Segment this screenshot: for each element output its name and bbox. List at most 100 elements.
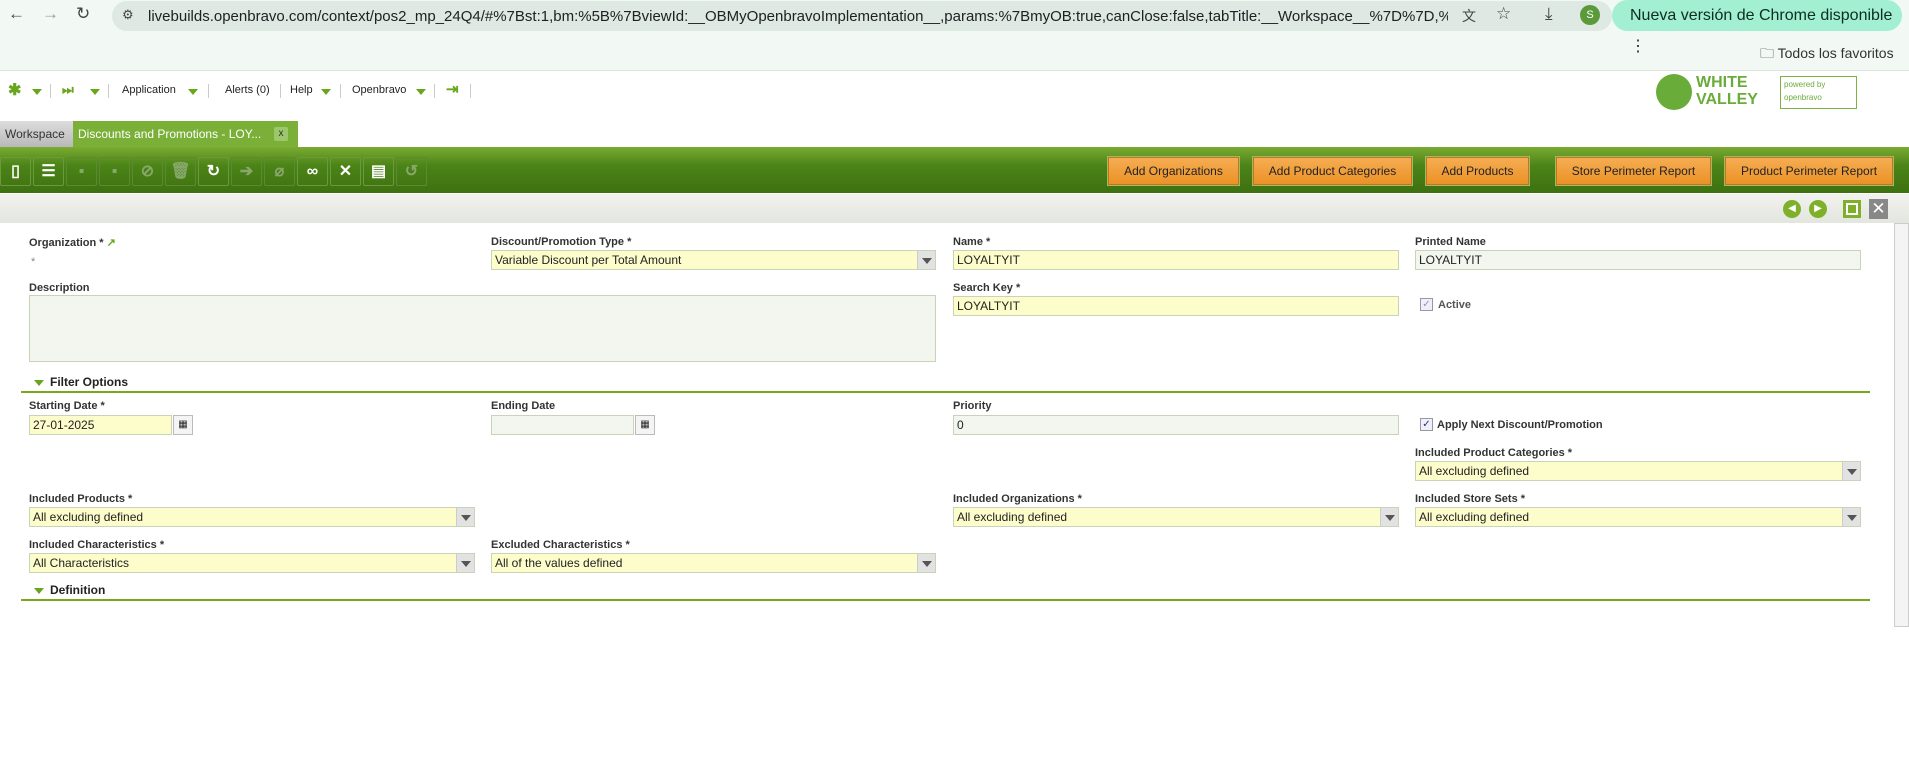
priority-input[interactable]: 0 [953,415,1399,435]
form-header-strip [0,194,1909,223]
url-text[interactable]: livebuilds.openbravo.com/context/pos2_mp… [148,8,1448,25]
white-valley-logo-icon [1656,74,1692,110]
printed-name-input[interactable]: LOYALTYIT [1415,250,1861,270]
all-bookmarks[interactable]: 🗀 Todos los favoritos [1760,43,1894,67]
forward-icon[interactable]: → [42,4,59,24]
delete-icon[interactable]: 🗑 [165,157,196,186]
reload-icon[interactable]: ↻ [76,4,90,24]
user-menu[interactable]: Openbravo [352,84,406,96]
chevron-down-icon[interactable] [917,554,935,572]
quick-launch-icon[interactable]: ⏭ [62,82,74,98]
attachment-icon[interactable]: ⌀ [264,157,295,186]
product-perimeter-report-button[interactable]: Product Perimeter Report [1725,157,1893,185]
included-organizations-select[interactable]: All excluding defined [953,507,1399,527]
organization-value[interactable]: * [31,256,35,268]
included-characteristics-select[interactable]: All Characteristics [29,553,475,573]
chevron-down-icon[interactable] [456,554,474,572]
chevron-down-icon[interactable] [456,508,474,526]
apply-next-checkbox[interactable]: ✓ [1420,418,1433,431]
tools-icon[interactable]: ✕ [330,157,361,186]
quick-create-icon[interactable]: ✱ [8,80,21,100]
folder-icon: 🗀 [1760,45,1774,61]
close-form-icon[interactable]: ✕ [1869,199,1888,219]
translate-icon[interactable]: 文 [1462,6,1476,26]
filter-options-section[interactable]: Filter Options [34,375,128,389]
help-menu[interactable]: Help [290,84,313,96]
included-store-sets-label: Included Store Sets * [1415,493,1526,505]
undo-icon[interactable]: ⊘ [132,157,163,186]
previous-record-icon[interactable]: ◀ [1783,200,1801,218]
alerts-link[interactable]: Alerts (0) [225,84,270,96]
favorites-label: Todos los favoritos [1777,45,1894,61]
chevron-down-icon[interactable] [188,89,198,95]
starting-date-input[interactable]: 27-01-2025 [29,415,172,435]
ending-date-label: Ending Date [491,400,556,412]
layout-icon[interactable]: ▤ [363,157,394,186]
printed-name-label: Printed Name [1415,236,1486,248]
save-icon[interactable]: ▪ [66,157,97,186]
next-record-icon[interactable]: ▶ [1809,200,1827,218]
bookmark-star-icon[interactable]: ☆ [1496,4,1511,24]
name-label: Name * [953,236,991,248]
refresh-icon[interactable]: ↻ [198,157,229,186]
chevron-down-icon[interactable] [416,89,426,95]
chrome-update-button[interactable]: Nueva versión de Chrome disponible ⋮ [1612,0,1902,55]
store-perimeter-report-button[interactable]: Store Perimeter Report [1556,157,1711,185]
description-label: Description [29,282,90,294]
definition-section[interactable]: Definition [34,583,105,597]
apply-next-label: Apply Next Discount/Promotion [1437,419,1603,431]
search-key-input[interactable]: LOYALTYIT [953,296,1399,316]
application-menu[interactable]: Application [122,84,176,96]
chevron-down-icon[interactable] [32,89,42,95]
clone-icon[interactable]: ↺ [396,157,427,186]
form-scrollbar[interactable] [1894,223,1909,627]
link-icon[interactable]: ∞ [297,157,328,186]
chevron-down-icon[interactable] [917,251,935,269]
new-row-icon[interactable]: ☰ [33,157,64,186]
tab-workspace[interactable]: Workspace [0,121,73,147]
save-close-icon[interactable]: ▪ [99,157,130,186]
active-checkbox[interactable]: ✓ [1420,298,1433,311]
new-document-icon[interactable]: ▯ [0,157,31,186]
openbravo-logo: powered by openbravo [1780,76,1857,109]
included-product-categories-select[interactable]: All excluding defined [1415,461,1861,481]
chevron-down-icon[interactable] [321,89,331,95]
collapse-icon [34,588,44,594]
tab-discounts-promotions[interactable]: WorkspaceDiscounts and Promotions - LOY.… [73,121,298,147]
excluded-characteristics-select[interactable]: All of the values defined [491,553,936,573]
included-products-select[interactable]: All excluding defined [29,507,475,527]
maximize-icon[interactable] [1843,200,1861,218]
add-product-categories-button[interactable]: Add Product Categories [1253,157,1412,185]
export-icon[interactable]: ➔ [231,157,262,186]
name-input[interactable]: LOYALTYIT [953,250,1399,270]
tab-label: Discounts and Promotions - LOY... [78,127,262,141]
logout-icon[interactable]: ⇥ [446,80,459,98]
priority-label: Priority [953,400,992,412]
included-store-sets-select[interactable]: All excluding defined [1415,507,1861,527]
ending-date-input[interactable] [491,415,634,435]
profile-avatar[interactable]: S [1580,5,1600,25]
active-label: Active [1438,299,1472,311]
site-settings-icon[interactable]: ⚙ [122,7,134,23]
white-valley-logo: WHITE VALLEY [1696,74,1758,108]
chevron-down-icon[interactable] [1380,508,1398,526]
add-organizations-button[interactable]: Add Organizations [1108,157,1239,185]
chevron-down-icon[interactable] [90,89,100,95]
included-product-categories-label: Included Product Categories * [1415,447,1573,459]
description-textarea[interactable] [29,295,936,362]
chevron-down-icon[interactable] [1842,508,1860,526]
starting-date-label: Starting Date * [29,400,105,412]
organization-label: Organization * ↗ [29,237,116,249]
chevron-down-icon[interactable] [1842,462,1860,480]
download-icon[interactable]: ⤓ [1545,4,1553,24]
included-products-label: Included Products * [29,493,133,505]
calendar-icon[interactable]: ▦ [173,415,193,435]
back-icon[interactable]: ← [8,4,25,24]
calendar-icon[interactable]: ▦ [635,415,655,435]
section-divider [21,599,1870,601]
type-label: Discount/Promotion Type * [491,236,632,248]
add-products-button[interactable]: Add Products [1426,157,1529,185]
type-select[interactable]: Variable Discount per Total Amount [491,250,936,270]
close-tab-icon[interactable]: x [274,127,288,141]
update-label: Nueva versión de Chrome disponible [1630,7,1893,24]
